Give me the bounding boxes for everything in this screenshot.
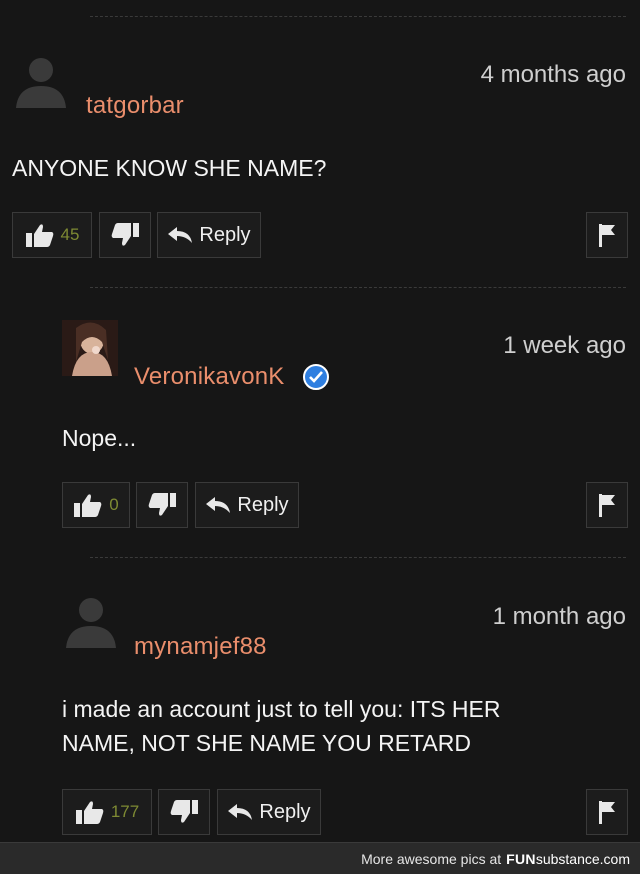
- dislike-button[interactable]: [158, 789, 210, 835]
- divider-top: [90, 16, 626, 18]
- comment-text-line: i made an account just to tell you: ITS …: [62, 696, 501, 722]
- reply-button[interactable]: Reply: [217, 789, 321, 835]
- comment-text: i made an account just to tell you: ITS …: [62, 692, 500, 760]
- reply-label: Reply: [237, 493, 289, 516]
- reply-button[interactable]: Reply: [157, 212, 261, 258]
- verified-check-icon: [303, 364, 329, 390]
- like-button[interactable]: 177: [62, 789, 152, 835]
- thumbs-up-icon: [25, 224, 53, 247]
- comment-text-line: Nope...: [62, 425, 137, 451]
- dislike-button[interactable]: [136, 482, 188, 528]
- comment-timestamp: 1 week ago: [503, 332, 626, 359]
- thumbs-down-icon: [111, 223, 139, 246]
- flag-button[interactable]: [586, 482, 628, 528]
- comment-username[interactable]: tatgorbar: [86, 92, 184, 120]
- profile-photo-icon: [62, 320, 118, 376]
- flag-button[interactable]: [586, 789, 628, 835]
- comment-timestamp: 4 months ago: [480, 61, 626, 88]
- comment-text: Nope...: [62, 421, 136, 455]
- flag-icon: [599, 494, 615, 517]
- thumbs-up-icon: [74, 494, 102, 517]
- watermark-footer: More awesome pics at FUN substance.com: [0, 842, 640, 874]
- dislike-button[interactable]: [99, 212, 151, 258]
- reply-button[interactable]: Reply: [195, 482, 299, 528]
- brand-logo-part2: substance.com: [535, 850, 630, 867]
- like-count: 45: [60, 225, 80, 244]
- brand-logo-part1: FUN: [506, 850, 536, 867]
- thumbs-up-icon: [75, 801, 104, 824]
- comment-text: ANYONE KNOW SHE NAME?: [12, 151, 326, 185]
- user-silhouette-icon: [62, 590, 120, 648]
- comment-timestamp: 1 month ago: [492, 603, 626, 630]
- avatar[interactable]: [62, 320, 118, 376]
- divider: [90, 287, 626, 289]
- thumbs-down-icon: [148, 493, 176, 516]
- comment-username[interactable]: mynamjef88: [134, 633, 267, 661]
- flag-icon: [599, 801, 615, 824]
- divider: [90, 557, 626, 559]
- like-count: 0: [109, 495, 119, 514]
- flag-icon: [599, 224, 615, 247]
- like-count: 177: [110, 802, 140, 821]
- reply-arrow-icon: [168, 227, 193, 243]
- thumbs-down-icon: [170, 800, 198, 823]
- comment-text-line: NAME, NOT SHE NAME YOU RETARD: [62, 730, 471, 756]
- reply-arrow-icon: [228, 804, 253, 820]
- flag-button[interactable]: [586, 212, 628, 258]
- reply-label: Reply: [199, 223, 251, 246]
- reply-label: Reply: [259, 800, 311, 823]
- reply-arrow-icon: [206, 497, 231, 513]
- comment-username[interactable]: VeronikavonK: [134, 363, 285, 391]
- user-silhouette-icon: [12, 50, 70, 108]
- like-button[interactable]: 45: [12, 212, 92, 258]
- comment-text-line: ANYONE KNOW SHE NAME?: [12, 155, 327, 181]
- like-button[interactable]: 0: [62, 482, 130, 528]
- footer-text: More awesome pics at: [361, 850, 502, 867]
